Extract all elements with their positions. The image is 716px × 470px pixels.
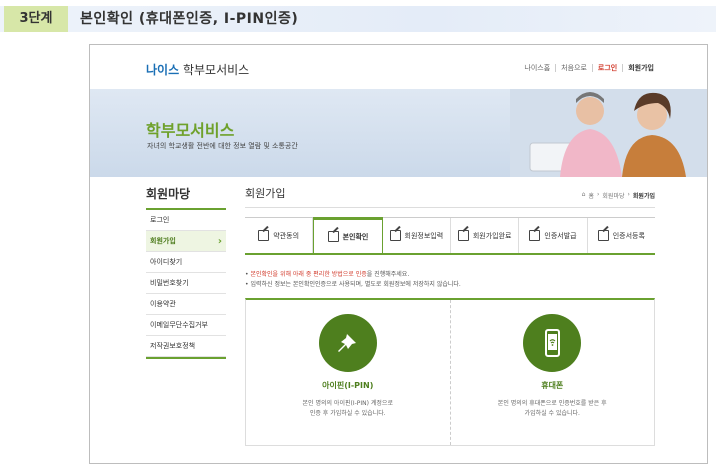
nav-login[interactable]: 로그인 — [591, 64, 622, 72]
notice-rest: 을 진행해주세요. — [366, 271, 410, 278]
sidebar: 회원마당 로그인 회원가입 아이디찾기 비밀번호찾기 이용약관 이메일무단수집거… — [146, 185, 226, 359]
nav-nice-home[interactable]: 나이스홈 — [519, 64, 555, 72]
ipin-option[interactable]: 아이핀(I-PIN) 본인 명의의 아이핀(I-PIN) 계정으로 인증 후 가… — [246, 300, 450, 445]
mobile-phone-icon — [545, 329, 561, 357]
sidebar-item-find-password[interactable]: 비밀번호찾기 — [146, 273, 226, 294]
step-title: 본인확인 (휴대폰인증, I-PIN인증) — [80, 11, 299, 27]
step-badge: 3단계 — [4, 6, 68, 32]
ipin-title[interactable]: 아이핀(I-PIN) — [246, 380, 450, 391]
step-tab-info: 회원정보입력 — [383, 218, 451, 253]
main-content: 회원가입 ⌂ 홈 › 회원마당 › 회원가입 약관동의 본인확인 회원정보입력 … — [245, 185, 655, 446]
sidebar-title: 회원마당 — [146, 185, 226, 210]
sidebar-item-login[interactable]: 로그인 — [146, 210, 226, 231]
banner-people-image — [510, 89, 707, 177]
logo-service: 학부모서비스 — [182, 63, 250, 77]
site-header: 나이스 학부모서비스 나이스홈 처음으로 로그인 회원가입 — [90, 45, 707, 89]
notice-line-2: • 입력하신 정보는 본인확인인증으로 사용되며, 별도로 회원정보에 저장하지… — [245, 281, 461, 288]
notice-highlight: 본인확인을 위해 아래 중 편리한 방법으로 인증 — [250, 271, 367, 278]
sidebar-item-email-refusal[interactable]: 이메일무단수집거부 — [146, 315, 226, 336]
banner-title: 학부모서비스 — [146, 121, 235, 140]
checkbox-icon — [327, 231, 339, 242]
ipin-button[interactable] — [318, 314, 377, 372]
nav-home[interactable]: 처음으로 — [555, 64, 592, 72]
step-tab-label: 회원정보입력 — [404, 231, 444, 240]
mobile-option[interactable]: 휴대폰 본인 명의의 휴대폰으로 인증번호를 받은 후 가입하실 수 있습니다. — [449, 300, 655, 445]
mobile-title[interactable]: 휴대폰 — [451, 380, 655, 391]
breadcrumb: ⌂ 홈 › 회원마당 › 회원가입 — [582, 191, 655, 200]
breadcrumb-home[interactable]: 홈 — [588, 191, 594, 200]
page: 3단계 본인확인 (휴대폰인증, I-PIN인증) 나이스 학부모서비스 나이스… — [0, 0, 716, 470]
ipin-description: 본인 명의의 아이핀(I-PIN) 계정으로 인증 후 가입하실 수 있습니다. — [246, 399, 450, 419]
mobile-desc-line-2: 가입하실 수 있습니다. — [524, 410, 580, 417]
step-tab-verify: 본인확인 — [313, 217, 383, 253]
mobile-desc-line-1: 본인 명의의 휴대폰으로 인증번호를 받은 후 — [497, 400, 607, 407]
step-tab-cert-register: 인증서등록 — [588, 218, 655, 253]
sidebar-bottom-rule — [146, 357, 226, 359]
document-icon — [457, 230, 469, 241]
checkbox-icon — [258, 230, 270, 241]
step-tab-cert-issue: 인증서발급 — [519, 218, 588, 253]
signup-steps: 약관동의 본인확인 회원정보입력 회원가입완료 인증서발급 인증서등록 — [245, 217, 655, 255]
banner-subtitle: 자녀의 학교생활 전반에 대한 정보 열람 및 소통공간 — [147, 142, 298, 150]
step-tab-label: 인증서발급 — [544, 231, 577, 240]
step-tab-label: 본인확인 — [342, 232, 369, 241]
breadcrumb-member[interactable]: 회원마당 — [602, 191, 624, 200]
notice-line-1: • 본인확인을 위해 아래 중 편리한 방법으로 인증을 진행해주세요. — [245, 271, 410, 278]
register-icon — [597, 230, 609, 241]
mobile-button[interactable] — [523, 314, 582, 372]
logo-brand: 나이스 — [146, 63, 180, 77]
step-tab-label: 회원가입완료 — [472, 231, 512, 240]
home-icon[interactable]: ⌂ — [582, 191, 586, 200]
edit-icon — [389, 230, 401, 241]
notice-text: 입력하신 정보는 본인확인인증으로 사용되며, 별도로 회원정보에 저장하지 않… — [250, 281, 461, 288]
sidebar-item-join[interactable]: 회원가입 — [146, 231, 226, 252]
notice: • 본인확인을 위해 아래 중 편리한 방법으로 인증을 진행해주세요. • 입… — [245, 270, 461, 290]
certificate-icon — [529, 230, 541, 241]
sidebar-item-copyright[interactable]: 저작권보호정책 — [146, 336, 226, 357]
breadcrumb-separator: › — [627, 191, 630, 198]
breadcrumb-current: 회원가입 — [632, 193, 655, 200]
step-tab-complete: 회원가입완료 — [451, 218, 520, 253]
verification-options: 아이핀(I-PIN) 본인 명의의 아이핀(I-PIN) 계정으로 인증 후 가… — [245, 298, 655, 446]
title-divider — [245, 207, 655, 208]
step-tab-label: 인증서등록 — [612, 231, 645, 240]
pin-icon — [337, 331, 356, 352]
ipin-desc-line-2: 인증 후 가입하실 수 있습니다. — [309, 410, 386, 417]
top-nav: 나이스홈 처음으로 로그인 회원가입 — [519, 64, 659, 72]
breadcrumb-separator: › — [597, 191, 600, 198]
sidebar-item-find-id[interactable]: 아이디찾기 — [146, 252, 226, 273]
sidebar-item-terms[interactable]: 이용약관 — [146, 294, 226, 315]
banner: 학부모서비스 자녀의 학교생활 전반에 대한 정보 열람 및 소통공간 — [90, 89, 707, 177]
site-frame: 나이스 학부모서비스 나이스홈 처음으로 로그인 회원가입 학부모서비스 자녀의… — [89, 44, 708, 464]
mobile-description: 본인 명의의 휴대폰으로 인증번호를 받은 후 가입하실 수 있습니다. — [451, 399, 655, 419]
step-tab-terms: 약관동의 — [245, 218, 314, 253]
logo[interactable]: 나이스 학부모서비스 — [146, 61, 249, 78]
nav-join[interactable]: 회원가입 — [622, 64, 659, 72]
ipin-desc-line-1: 본인 명의의 아이핀(I-PIN) 계정으로 — [302, 400, 393, 407]
step-tab-label: 약관동의 — [273, 231, 300, 240]
